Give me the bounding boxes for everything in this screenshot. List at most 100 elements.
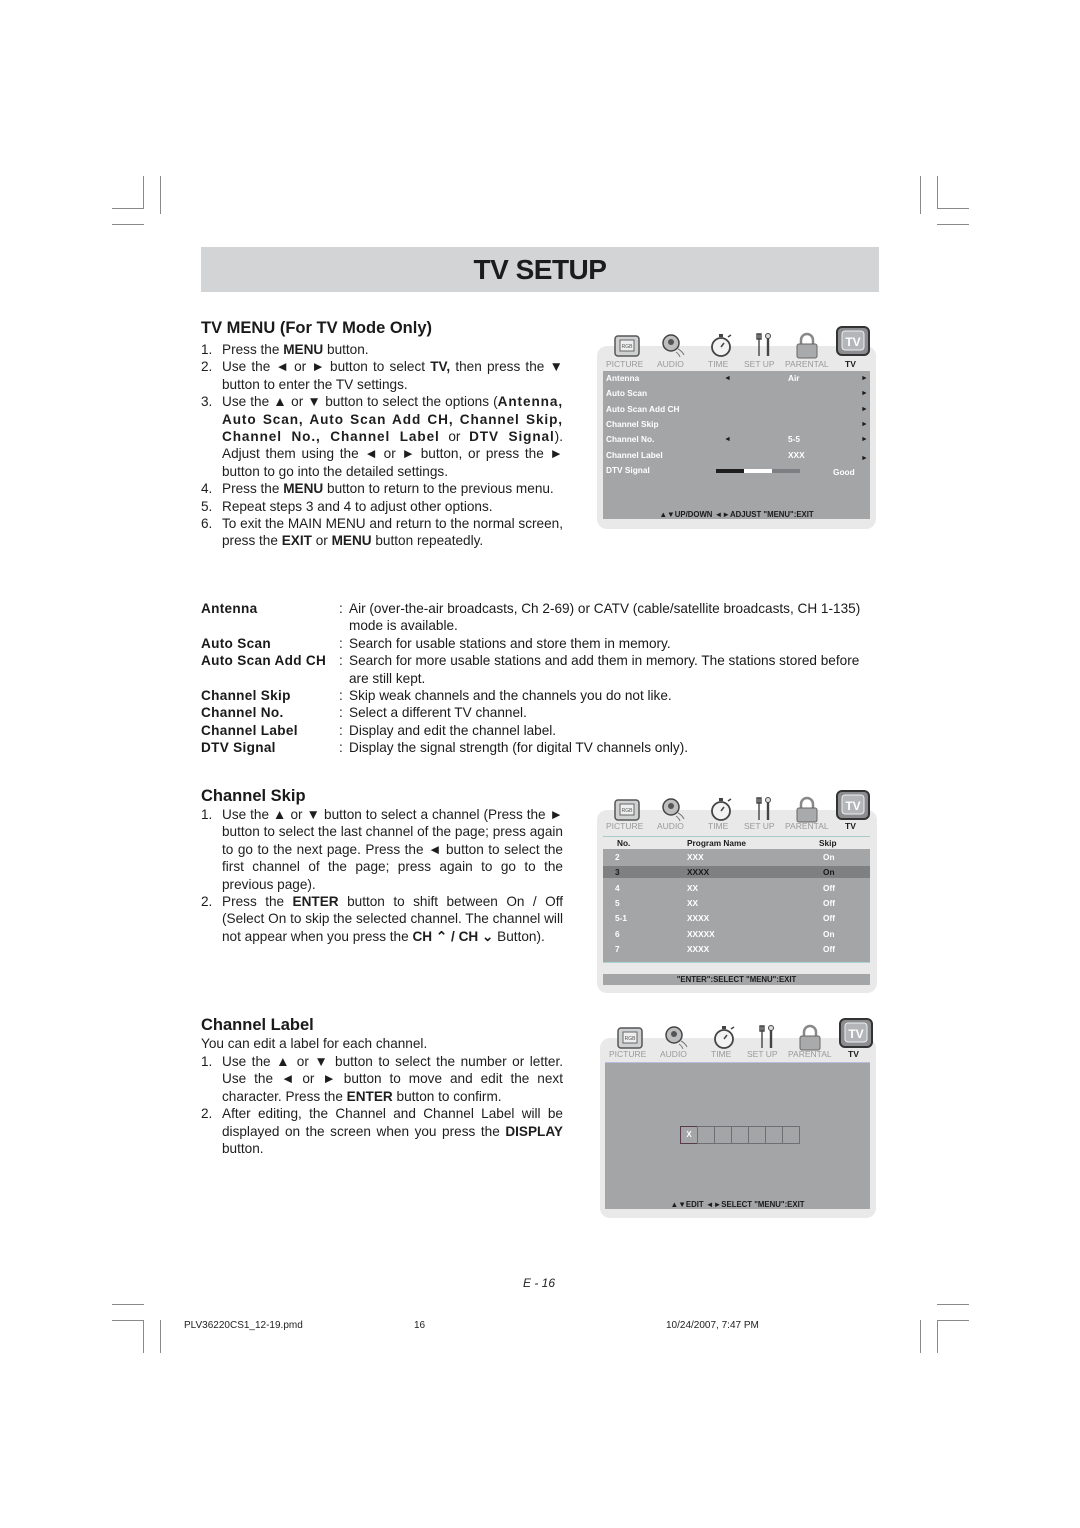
skip-table: 2 XXX On 3 XXXX On 4 XX Off 5 XX Off 5-1 XXXX Off 6 XXXX… <box>603 849 870 962</box>
tv-icon: TV <box>835 324 870 358</box>
step-text: Use the ◄ or ► button to select <box>222 359 431 375</box>
skip-table-row[interactable]: 5-1 XXXX Off <box>603 912 870 924</box>
osd-tab-audio[interactable]: AUDIO <box>657 359 684 369</box>
osd-tab-parental[interactable]: PARENTAL <box>785 359 829 369</box>
label-char-box-active[interactable]: X <box>680 1126 698 1144</box>
step-number: 4. <box>201 481 213 497</box>
osd-tab-set-up[interactable]: SET UP <box>744 821 775 831</box>
step-item: 2. After editing, the Channel and Channel… <box>201 1105 563 1157</box>
label-char-box[interactable] <box>765 1126 783 1144</box>
step-emphasis: TV, <box>430 359 451 375</box>
definition-desc-wrap: : Display the signal strength (for digita… <box>339 739 880 756</box>
label-char-box[interactable] <box>782 1126 800 1144</box>
crop-mark <box>920 1320 921 1353</box>
step-emphasis: DTV Signal <box>469 429 555 445</box>
step-number: 1. <box>201 342 213 357</box>
step-text: Press the <box>222 894 293 910</box>
page-title: TV SETUP <box>473 253 607 285</box>
osd-row-antenna[interactable]: Antenna ◄ Air ► <box>603 371 870 386</box>
column-header: Program Name <box>687 838 747 848</box>
tv-icon: TV <box>835 788 870 822</box>
step-item: 2. Use the ◄ or ► button to select TV, th… <box>201 358 563 393</box>
skip-value[interactable]: Off <box>823 897 835 909</box>
osd-tab-set-up[interactable]: SET UP <box>744 359 775 369</box>
osd-hint-bar: "ENTER":SELECT "MENU":EXIT <box>603 974 870 985</box>
definition-row: Channel Skip: Skip weak channels and the … <box>201 687 880 704</box>
skip-table-row[interactable]: 3 XXXX On <box>603 866 870 879</box>
footer-file: PLV36220CS1_12-19.pmd <box>184 1320 303 1331</box>
channel-skip-steps: 1. Use the ▲ or ▼ button to select a chan… <box>201 806 563 945</box>
step-text: Press the <box>222 481 284 497</box>
skip-table-row[interactable]: 5 XX Off <box>603 897 870 909</box>
step-text: or <box>439 429 470 445</box>
svg-text:TV: TV <box>845 799 860 813</box>
osd-tab-parental[interactable]: PARENTAL <box>788 1049 832 1059</box>
svg-text:RGB: RGB <box>622 808 634 814</box>
skip-table-row[interactable]: 4 XX Off <box>603 882 870 894</box>
osd-tab-time[interactable]: TIME <box>708 359 728 369</box>
skip-value[interactable]: On <box>823 928 835 940</box>
skip-table-row[interactable]: 6 XXXXX On <box>603 928 870 940</box>
osd-tab-audio[interactable]: AUDIO <box>660 1049 687 1059</box>
skip-value[interactable]: On <box>823 866 835 878</box>
osd-row-dtv-signal[interactable]: DTV Signal Good <box>603 463 870 478</box>
osd-row-auto-scan-add-ch[interactable]: Auto Scan Add CH ► <box>603 402 870 417</box>
osd-tab-audio[interactable]: AUDIO <box>657 821 684 831</box>
skip-table-row[interactable]: 2 XXX On <box>603 851 870 863</box>
step-text: or <box>311 533 332 549</box>
program-name: XX <box>687 882 699 893</box>
definition-desc: Search for usable stations and store the… <box>349 635 671 651</box>
osd-hint: "ENTER":SELECT "MENU":EXIT <box>676 975 797 984</box>
skip-value[interactable]: Off <box>823 912 835 924</box>
skip-table-header: No. Program Name Skip <box>603 837 870 849</box>
step-emphasis: ENTER <box>346 1088 393 1104</box>
definition-desc-wrap: : Select a different TV channel. <box>339 704 880 721</box>
definition-row: Channel Label: Display and edit the chann… <box>201 722 880 739</box>
definition-desc: Skip weak channels and the channels you … <box>349 688 672 704</box>
crop-mark <box>920 176 921 214</box>
step-emphasis: DISPLAY <box>505 1123 563 1139</box>
label-char-box[interactable] <box>697 1126 715 1144</box>
definition-row: DTV Signal: Display the signal strength (… <box>201 739 880 756</box>
osd-row-label: Channel Skip <box>606 418 659 429</box>
step-text: button. <box>222 1141 264 1157</box>
skip-value[interactable]: On <box>823 851 835 863</box>
colon: : <box>339 653 343 669</box>
label-char-box[interactable] <box>731 1126 749 1144</box>
skip-value[interactable]: Off <box>823 882 835 894</box>
tv-menu-steps: 1. Press the MENU button. 2. Use the ◄ or ►… <box>201 341 563 550</box>
osd-tab-picture[interactable]: PICTURE <box>606 359 643 369</box>
osd-tab-picture[interactable]: PICTURE <box>606 821 643 831</box>
osd-row-channel-no[interactable]: Channel No. ◄ 5-5 ► <box>603 432 870 447</box>
time-icon <box>706 328 736 362</box>
osd-tab-parental[interactable]: PARENTAL <box>785 821 829 831</box>
colon: : <box>339 601 343 616</box>
osd-tab-set-up[interactable]: SET UP <box>747 1049 778 1059</box>
program-name: XXXX <box>687 867 710 878</box>
crop-mark <box>937 208 969 209</box>
crop-mark <box>937 1320 938 1353</box>
channel-skip-heading: Channel Skip <box>201 787 306 805</box>
osd-tab-picture[interactable]: PICTURE <box>609 1049 646 1059</box>
osd-tab-time[interactable]: TIME <box>711 1049 731 1059</box>
label-char-box[interactable] <box>748 1126 766 1144</box>
skip-table-row[interactable]: 7 XXXX Off <box>603 943 870 955</box>
step-emphasis: MENU <box>283 481 324 497</box>
divider <box>603 962 870 963</box>
osd-row-label: Antenna <box>606 373 640 383</box>
osd-tab-tv[interactable]: TV <box>848 1049 859 1059</box>
crop-mark <box>160 176 161 214</box>
label-char-box[interactable] <box>714 1126 732 1144</box>
channel-label-steps: 1. Use the ▲ or ▼ button to select the nu… <box>201 1053 563 1157</box>
osd-tab-time[interactable]: TIME <box>708 821 728 831</box>
step-item: 4. Press the MENU button to return to the… <box>201 480 563 497</box>
osd-row-channel-label[interactable]: Channel Label XXX ► <box>603 448 870 463</box>
colon: : <box>339 688 343 704</box>
channel-number: 3 <box>615 867 620 878</box>
signal-segment <box>744 469 772 473</box>
osd-row-channel-skip[interactable]: Channel Skip ► <box>603 417 870 432</box>
osd-row-auto-scan[interactable]: Auto Scan ► <box>603 386 870 401</box>
skip-value[interactable]: Off <box>823 943 835 955</box>
osd-tab-tv[interactable]: TV <box>845 359 856 369</box>
osd-tab-tv[interactable]: TV <box>845 821 856 831</box>
